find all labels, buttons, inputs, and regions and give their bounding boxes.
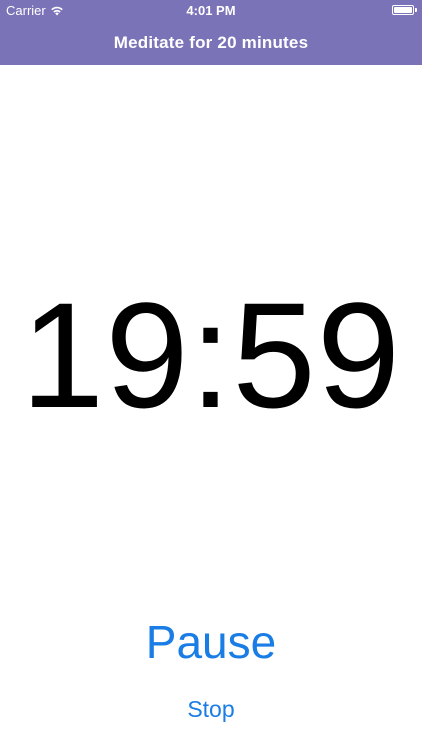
status-time: 4:01 PM [186, 3, 236, 18]
header-bar: Carrier 4:01 PM Meditate for 20 minutes [0, 0, 422, 65]
pause-button[interactable]: Pause [0, 614, 422, 670]
battery-cap [415, 8, 417, 12]
status-bar: Carrier 4:01 PM [0, 0, 422, 22]
battery-icon [392, 5, 414, 15]
countdown-timer: 19:59 [20, 271, 402, 439]
page-title: Meditate for 20 minutes [113, 33, 309, 52]
app-screen: Carrier 4:01 PM Meditate for 20 minutes … [0, 0, 422, 750]
battery-level [394, 7, 412, 13]
stop-button[interactable]: Stop [0, 694, 422, 724]
